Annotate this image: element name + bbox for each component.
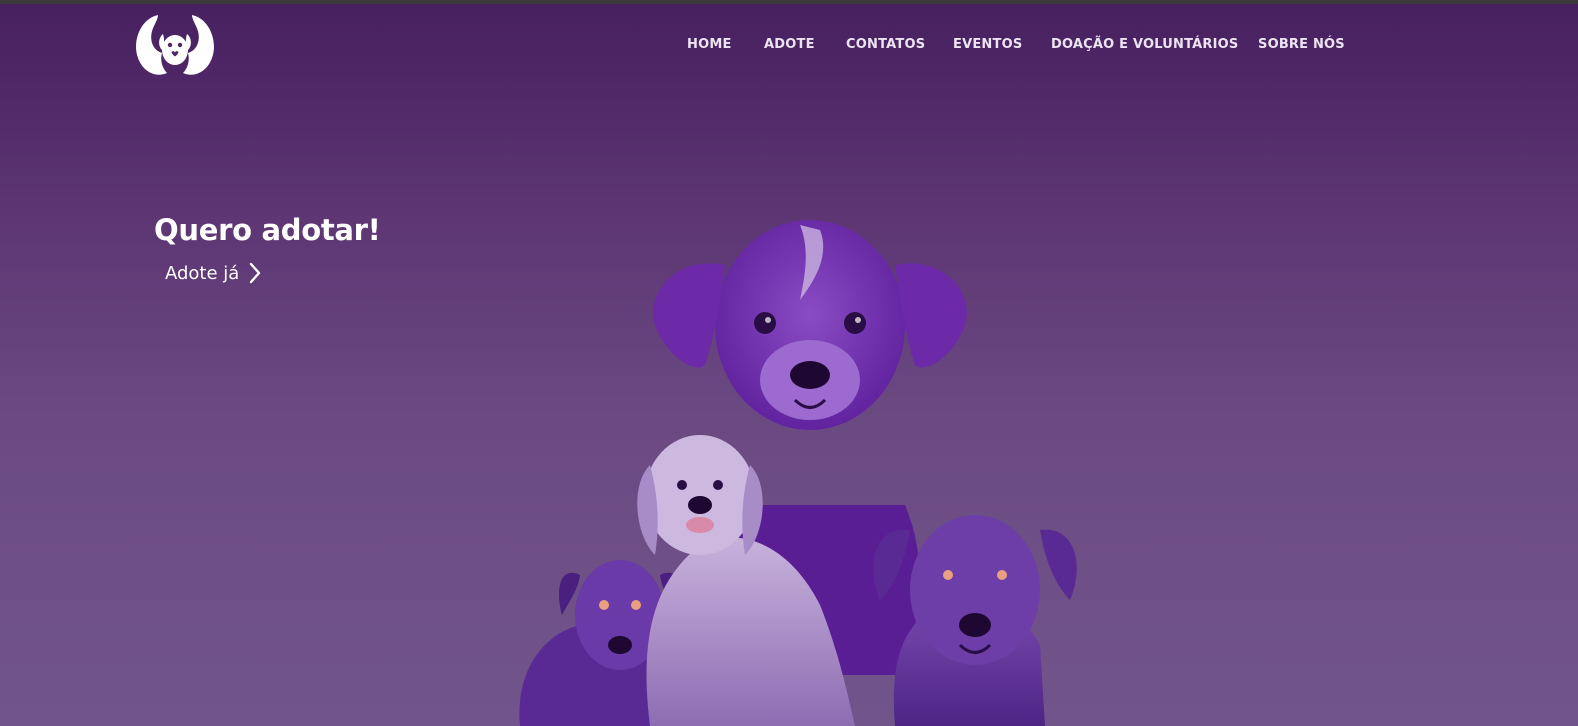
nav-contatos[interactable]: CONTATOS <box>846 37 925 52</box>
nav-doacao-voluntarios[interactable]: DOAÇÃO E VOLUNTÁRIOS <box>1051 37 1238 52</box>
main-nav: HOME ADOTE CONTATOS EVENTOS DOAÇÃO E VOL… <box>0 37 1578 57</box>
dogs-illustration <box>519 220 1077 726</box>
nav-home[interactable]: HOME <box>687 37 732 52</box>
hero-title: Quero adotar! <box>154 213 381 247</box>
page: HOME ADOTE CONTATOS EVENTOS DOAÇÃO E VOL… <box>0 0 1578 726</box>
nav-adote[interactable]: ADOTE <box>764 37 815 52</box>
nav-sobre-nos[interactable]: SOBRE NÓS <box>1258 37 1345 52</box>
chevron-right-icon <box>250 262 261 284</box>
adote-ja-label: Adote já <box>165 262 240 284</box>
adote-ja-link[interactable]: Adote já <box>165 262 261 284</box>
nav-eventos[interactable]: EVENTOS <box>953 37 1022 52</box>
browser-top-edge <box>0 0 1578 4</box>
